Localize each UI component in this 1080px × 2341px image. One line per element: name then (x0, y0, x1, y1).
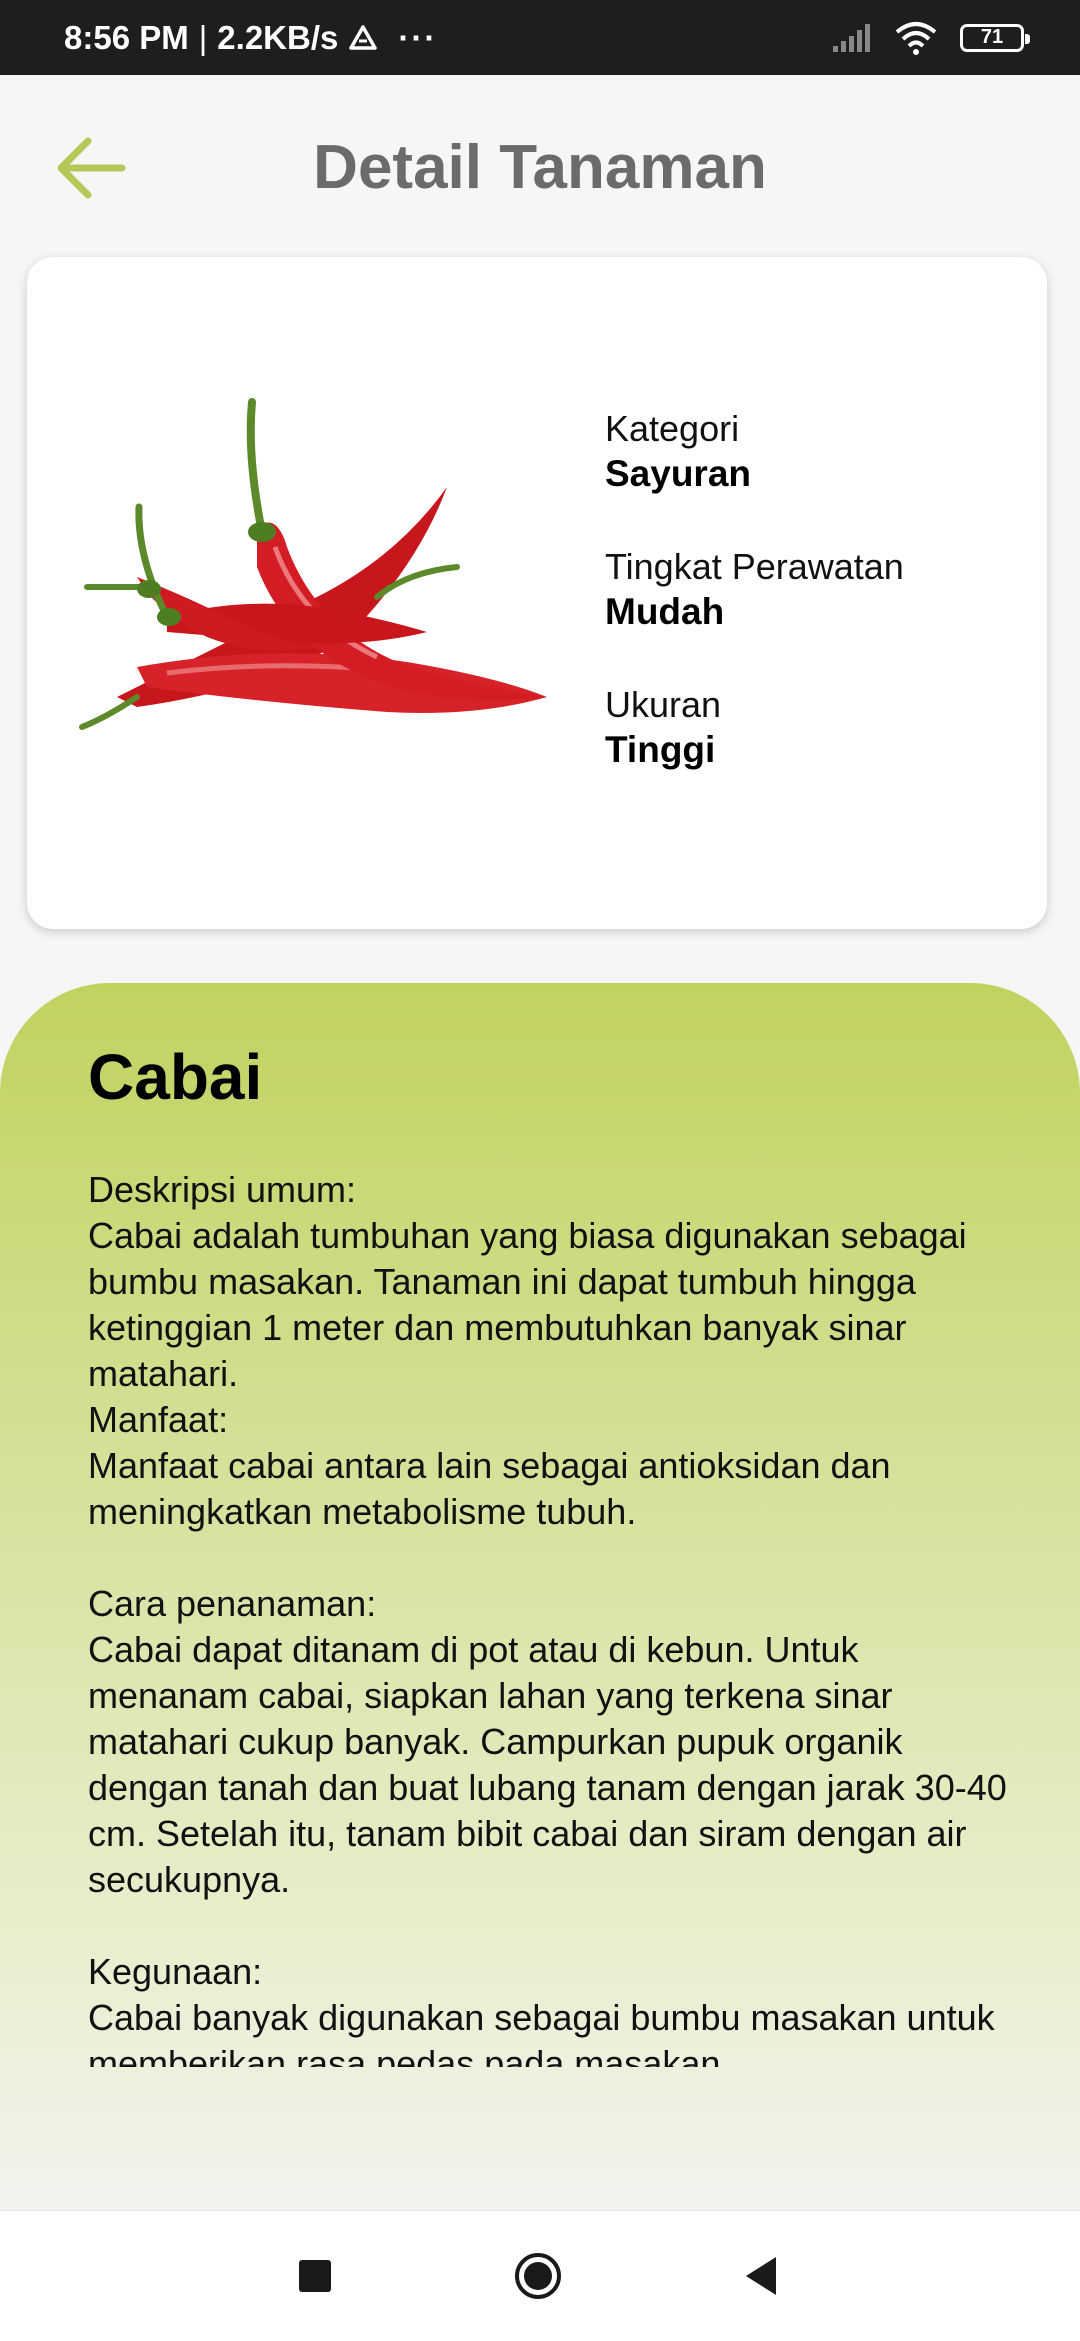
attribute-care-level: Tingkat Perawatan Mudah (605, 545, 904, 635)
chili-pepper-image (79, 398, 547, 730)
care-level-value: Mudah (605, 591, 725, 632)
wifi-icon (895, 21, 937, 55)
page-title: Detail Tanaman (313, 133, 767, 202)
size-label: Ukuran (605, 684, 722, 725)
status-time: 8:56 PM (64, 18, 189, 56)
home-circle-icon[interactable] (513, 2251, 563, 2301)
drive-icon (349, 24, 378, 50)
plant-info-card: Kategori Sayuran Tingkat Perawatan Mudah… (27, 257, 1047, 929)
plant-description: Deskripsi umum: Cabai adalah tumbuhan ya… (88, 1169, 1007, 2067)
status-separator: | (198, 18, 208, 56)
recents-square-icon[interactable] (290, 2251, 340, 2301)
category-value: Sayuran (605, 453, 752, 494)
status-more: ··· (398, 18, 438, 56)
attribute-size: Ukuran Tinggi (605, 683, 904, 773)
battery-icon: 71 (960, 23, 1030, 52)
category-label: Kategori (605, 408, 740, 449)
system-nav-bar (0, 2210, 1080, 2341)
attribute-category: Kategori Sayuran (605, 407, 904, 497)
size-value: Tinggi (605, 729, 716, 770)
status-right: 71 (832, 0, 1030, 75)
battery-level: 71 (980, 26, 1004, 48)
plant-name: Cabai (88, 1041, 263, 1113)
plant-attributes: Kategori Sayuran Tingkat Perawatan Mudah… (605, 407, 904, 821)
plant-detail-panel[interactable]: Cabai Deskripsi umum: Cabai adalah tumbu… (0, 983, 1080, 2213)
status-speed: 2.2KB/s (217, 18, 339, 56)
back-triangle-icon[interactable] (738, 2251, 788, 2301)
signal-icon (833, 23, 870, 52)
status-left: 8:56 PM | 2.2KB/s ··· (64, 0, 437, 75)
status-bar: 8:56 PM | 2.2KB/s ··· 71 (0, 0, 1080, 75)
care-level-label: Tingkat Perawatan (605, 546, 904, 587)
